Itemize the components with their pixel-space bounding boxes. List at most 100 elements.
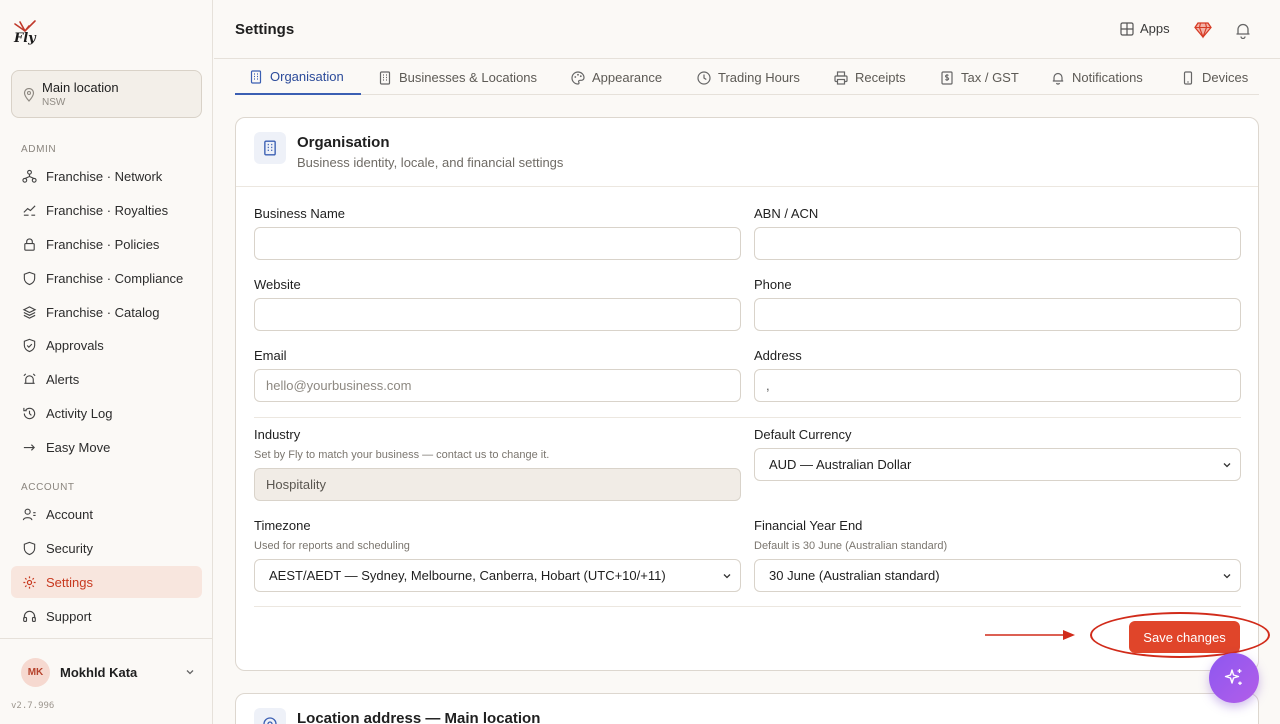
tab-label: Trading Hours (718, 70, 800, 85)
tab-label: Receipts (855, 70, 906, 85)
fy-end-select[interactable]: 30 June (Australian standard) (754, 559, 1241, 592)
sidebar-item-activity-log[interactable]: Activity Log (11, 397, 202, 429)
grid-icon (1120, 21, 1134, 36)
ai-assistant-button[interactable] (1209, 653, 1259, 703)
headset-icon (21, 608, 37, 624)
sidebar-item-label: Support (46, 608, 92, 624)
building-icon (254, 132, 286, 164)
sidebar-item-approvals[interactable]: Approvals (11, 329, 202, 361)
timezone-select[interactable]: AEST/AEDT — Sydney, Melbourne, Canberra,… (254, 559, 741, 592)
tab-label: Devices (1202, 70, 1249, 85)
chevron-down-icon (186, 670, 194, 675)
tab-appearance[interactable]: Appearance (571, 60, 662, 95)
phone-device-icon (1183, 70, 1193, 85)
sidebar-divider (0, 638, 213, 639)
save-button[interactable]: Save changes (1129, 621, 1240, 653)
sidebar-item-support[interactable]: Support (11, 600, 202, 632)
tab-receipts[interactable]: Receipts (834, 60, 906, 95)
business-name-field[interactable] (254, 227, 741, 260)
sidebar-item-easy-move[interactable]: Easy Move (11, 431, 202, 463)
business-name-label: Business Name (254, 206, 346, 221)
industry-label: Industry (254, 427, 301, 442)
fy-end-help: Default is 30 June (Australian standard) (754, 540, 948, 552)
website-field[interactable] (254, 298, 741, 331)
email-field[interactable]: hello@yourbusiness.com (254, 369, 741, 402)
map-pin-icon (23, 88, 35, 102)
location-name: Main location (42, 80, 119, 95)
apps-button[interactable]: Apps (1120, 21, 1170, 36)
sidebar-item-label: Alerts (46, 371, 80, 387)
currency-select[interactable]: AUD — Australian Dollar (754, 448, 1241, 481)
app-version: v2.7.996 (11, 701, 55, 711)
location-switcher[interactable]: Main location NSW (11, 70, 202, 118)
shield-icon (21, 270, 37, 286)
palette-icon (571, 70, 585, 85)
chevron-down-icon (1223, 573, 1231, 578)
sidebar-item-label: Settings (46, 574, 93, 590)
industry-help: Set by Fly to match your business — cont… (254, 449, 550, 461)
timezone-label: Timezone (254, 518, 311, 533)
phone-label: Phone (754, 277, 792, 292)
tab-label: Appearance (592, 70, 663, 85)
sidebar-item-label: Franchise · Network (46, 168, 163, 184)
tab-label: Organisation (270, 69, 344, 84)
sidebar-item-account[interactable]: Account (11, 498, 202, 530)
section-divider (254, 606, 1241, 607)
sidebar-item-franchise-policies[interactable]: Franchise · Policies (11, 228, 202, 260)
printer-icon (834, 70, 848, 85)
layers-icon (21, 304, 37, 320)
sidebar: Fly Main location NSW ADMIN Franchise · … (0, 0, 213, 724)
apps-label: Apps (1140, 21, 1170, 36)
sidebar-item-security[interactable]: Security (11, 532, 202, 564)
timezone-help: Used for reports and scheduling (254, 540, 410, 552)
shield-check-icon (21, 337, 37, 353)
sidebar-item-franchise-catalog[interactable]: Franchise · Catalog (11, 296, 202, 328)
gear-icon (21, 574, 37, 590)
industry-field: Hospitality (254, 468, 741, 501)
network-icon (21, 168, 37, 184)
tab-businesses-locations[interactable]: Businesses & Locations (378, 60, 537, 95)
tab-devices[interactable]: Devices (1181, 60, 1248, 95)
building-icon (250, 69, 262, 84)
currency-value: AUD — Australian Dollar (769, 457, 912, 472)
tab-tax-gst[interactable]: Tax / GST (940, 60, 1019, 95)
fy-end-value: 30 June (Australian standard) (769, 568, 940, 583)
sidebar-item-alerts[interactable]: Alerts (11, 363, 202, 395)
tab-notifications[interactable]: Notifications (1051, 60, 1143, 95)
organisation-card: Organisation Business identity, locale, … (235, 117, 1259, 671)
user-name: Mokhld Kata (60, 664, 138, 680)
building-icon (379, 70, 391, 85)
settings-tabs: Organisation Businesses & Locations Appe… (235, 60, 1259, 95)
page-title: Settings (235, 21, 295, 38)
sidebar-item-label: Easy Move (46, 439, 111, 455)
card-title: Organisation (297, 134, 390, 151)
tab-organisation[interactable]: Organisation (235, 60, 361, 95)
tab-label: Businesses & Locations (399, 70, 538, 85)
sidebar-item-label: Approvals (46, 337, 104, 353)
account-section-label: ACCOUNT (21, 482, 75, 493)
sidebar-item-settings[interactable]: Settings (11, 566, 202, 598)
sidebar-item-label: Activity Log (46, 405, 113, 421)
sidebar-item-label: Security (46, 540, 93, 556)
address-field[interactable]: , (754, 369, 1241, 402)
chevron-down-icon (723, 573, 731, 578)
abn-field[interactable] (754, 227, 1241, 260)
sidebar-item-label: Franchise · Catalog (46, 304, 160, 320)
phone-field[interactable] (754, 298, 1241, 331)
clock-icon (697, 70, 711, 85)
bell-icon (1052, 72, 1064, 85)
card-subtitle: Business identity, locale, and financial… (297, 155, 564, 170)
shield-icon (21, 540, 37, 556)
sidebar-item-franchise-royalties[interactable]: Franchise · Royalties (11, 194, 202, 226)
bell-icon[interactable] (1234, 21, 1252, 39)
admin-section-label: ADMIN (21, 144, 57, 155)
email-label: Email (254, 348, 287, 363)
gem-icon[interactable] (1194, 21, 1212, 39)
history-icon (21, 405, 37, 421)
location-region: NSW (42, 97, 66, 108)
tab-trading-hours[interactable]: Trading Hours (697, 60, 800, 95)
sidebar-item-franchise-network[interactable]: Franchise · Network (11, 160, 202, 192)
sidebar-item-franchise-compliance[interactable]: Franchise · Compliance (11, 262, 202, 294)
user-menu[interactable]: MK Mokhld Kata (21, 657, 196, 687)
top-bar: Settings Apps (214, 0, 1280, 59)
